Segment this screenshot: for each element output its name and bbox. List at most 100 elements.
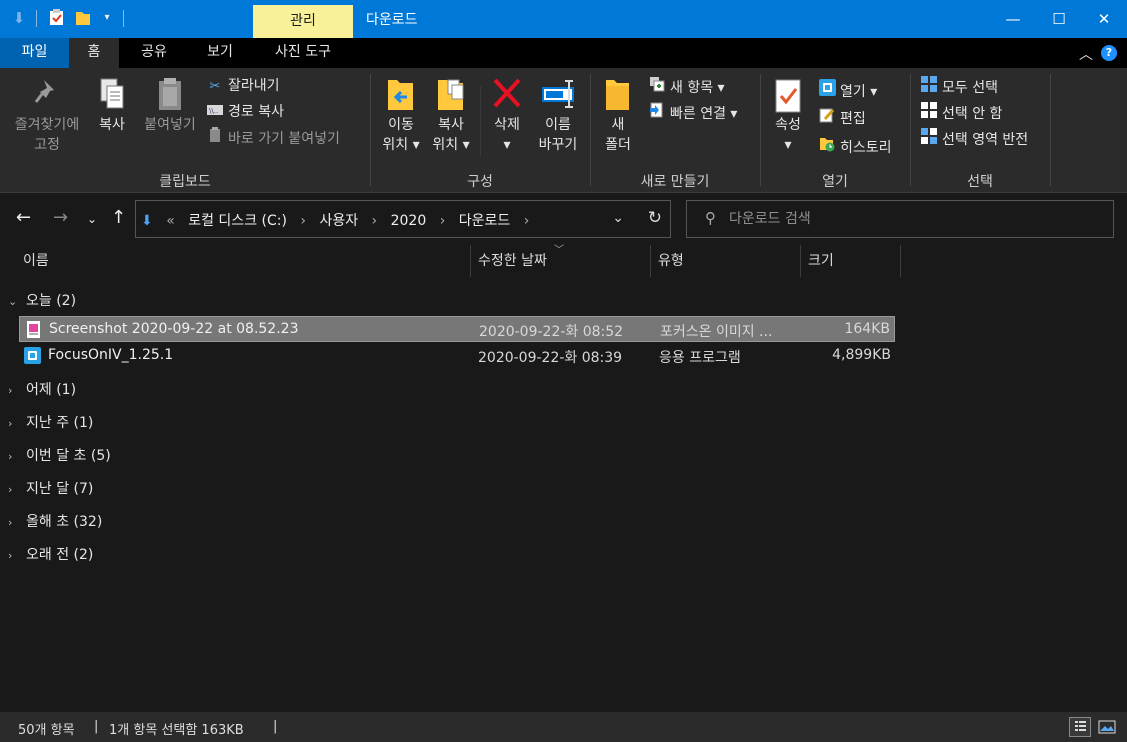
file-date: 2020-09-22-화 08:52 xyxy=(479,324,624,340)
history-icon xyxy=(818,136,836,159)
open-button[interactable]: 열기 ▾ xyxy=(818,79,877,103)
recent-locations-chevron-icon[interactable]: ⌄ xyxy=(87,212,97,226)
up-arrow-icon[interactable]: ↑ xyxy=(111,207,126,228)
copy-to-line1: 복사 xyxy=(438,117,464,133)
close-button[interactable]: ✕ xyxy=(1081,0,1127,38)
address-dropdown-chevron-icon[interactable]: ⌄ xyxy=(612,210,624,226)
easy-access-button[interactable]: 빠른 연결 ▾ xyxy=(648,102,737,125)
column-name[interactable]: 이름 xyxy=(16,245,471,277)
delete-button[interactable]: 삭제 ▾ xyxy=(486,76,528,155)
breadcrumb-separator[interactable]: › xyxy=(440,213,446,229)
application-icon xyxy=(24,347,41,364)
item-count: 50개 항목 xyxy=(18,723,75,738)
breadcrumb-separator[interactable]: › xyxy=(524,213,530,229)
new-folder-quick-access-icon[interactable] xyxy=(74,9,92,27)
delete-icon xyxy=(490,76,524,112)
paste-shortcut-button[interactable]: 바로 가기 붙여넣기 xyxy=(206,127,340,150)
breadcrumb-2020[interactable]: 2020 xyxy=(391,213,427,229)
pin-icon xyxy=(30,76,64,112)
copy-path-button[interactable]: \\.. 경로 복사 xyxy=(206,102,284,123)
properties-button[interactable]: 속성 ▾ xyxy=(766,76,810,155)
refresh-icon[interactable]: ↻ xyxy=(648,208,662,228)
paste-label: 붙여넣기 xyxy=(144,117,196,133)
delete-line1: 삭제 xyxy=(494,117,520,133)
breadcrumb-separator[interactable]: › xyxy=(372,213,378,229)
address-bar[interactable]: ⬇ « 로컬 디스크 (C:) › 사용자 › 2020 › 다운로드 › ⌄ … xyxy=(135,200,671,238)
new-item-button[interactable]: 새 항목 ▾ xyxy=(648,76,725,99)
chevron-up-icon[interactable]: ︿ xyxy=(1079,44,1093,64)
help-icon[interactable]: ? xyxy=(1101,45,1117,61)
history-button[interactable]: 히스토리 xyxy=(818,136,892,159)
details-view-icon xyxy=(1075,721,1086,731)
search-box[interactable]: ⚲ xyxy=(686,200,1114,238)
move-to-folder-icon xyxy=(384,76,418,112)
chevron-right-icon: › xyxy=(8,450,13,463)
group-header-yesterday[interactable]: › 어제 (1) xyxy=(8,379,76,399)
edit-icon xyxy=(818,107,836,130)
group-header-last-month[interactable]: › 지난 달 (7) xyxy=(8,478,93,498)
group-label: 지난 달 (7) xyxy=(26,481,94,497)
status-separator: | xyxy=(94,719,99,734)
back-arrow-icon[interactable]: ← xyxy=(16,207,31,228)
tab-photo-tools[interactable]: 사진 도구 xyxy=(253,38,353,68)
open-app-icon xyxy=(818,79,836,103)
chevron-right-icon: › xyxy=(8,516,13,529)
tab-home[interactable]: 홈 xyxy=(69,38,119,68)
rename-button[interactable]: 이름 바꾸기 xyxy=(532,76,584,155)
group-label-new: 새로 만들기 xyxy=(640,174,710,190)
group-label: 오늘 (2) xyxy=(26,293,77,309)
group-label: 지난 주 (1) xyxy=(26,415,94,431)
breadcrumb-users[interactable]: 사용자 xyxy=(319,213,358,229)
group-label-organize: 구성 xyxy=(467,174,493,190)
cut-button[interactable]: ✂ 잘라내기 xyxy=(206,76,280,97)
clipboard-icon xyxy=(153,76,187,112)
manage-tab[interactable]: 관리 xyxy=(253,5,353,38)
breadcrumb-downloads[interactable]: 다운로드 xyxy=(459,213,511,229)
copy-to-button[interactable]: 복사 위치 ▾ xyxy=(428,76,474,155)
group-header-long-ago[interactable]: › 오래 전 (2) xyxy=(8,544,93,564)
invert-selection-button[interactable]: 선택 영역 반전 xyxy=(920,128,1028,151)
properties-quick-access-icon[interactable] xyxy=(48,9,66,27)
group-header-earlier-this-month[interactable]: › 이번 달 초 (5) xyxy=(8,445,111,465)
new-folder-button[interactable]: 새 폴더 xyxy=(598,76,638,155)
copy-icon xyxy=(95,76,129,112)
history-label: 히스토리 xyxy=(840,140,892,156)
breadcrumb-separator[interactable]: › xyxy=(300,213,306,229)
select-none-button[interactable]: 선택 안 함 xyxy=(920,102,1002,125)
breadcrumb-local-disk[interactable]: 로컬 디스크 (C:) xyxy=(188,213,287,229)
breadcrumb-overflow[interactable]: « xyxy=(166,213,175,229)
copy-label: 복사 xyxy=(99,117,125,133)
customize-quick-access-icon[interactable]: ▾ xyxy=(98,9,116,27)
new-folder-line2: 폴더 xyxy=(605,137,631,153)
group-divider xyxy=(760,74,761,186)
column-size[interactable]: 크기 xyxy=(801,245,901,277)
file-row[interactable]: FocusOnIV_1.25.1 2020-09-22-화 08:39 응용 프… xyxy=(19,343,895,369)
status-separator: | xyxy=(273,719,278,734)
search-input[interactable] xyxy=(729,207,1099,231)
minimize-button[interactable]: — xyxy=(990,0,1036,38)
pin-to-quick-access-button[interactable]: 즐겨찾기에 고정 xyxy=(6,76,88,155)
file-row[interactable]: Screenshot 2020-09-22 at 08.52.23 2020-0… xyxy=(19,316,895,342)
cut-label: 잘라내기 xyxy=(228,78,280,94)
forward-arrow-icon[interactable]: → xyxy=(53,207,68,228)
maximize-button[interactable]: ☐ xyxy=(1036,0,1082,38)
select-all-button[interactable]: 모두 선택 xyxy=(920,76,998,99)
tab-file[interactable]: 파일 xyxy=(0,38,69,68)
ribbon-tab-bar: 파일 홈 공유 보기 사진 도구 ︿ ? xyxy=(0,38,1127,68)
large-icons-view-icon xyxy=(1098,720,1116,734)
divider xyxy=(480,86,481,156)
copy-to-line2: 위치 ▾ xyxy=(432,137,470,153)
large-icons-view-button[interactable] xyxy=(1096,717,1118,737)
copy-button[interactable]: 복사 xyxy=(92,76,132,135)
tab-share[interactable]: 공유 xyxy=(119,38,189,68)
edit-button[interactable]: 편집 xyxy=(818,107,866,130)
group-header-today[interactable]: ⌄ 오늘 (2) xyxy=(8,290,76,310)
group-header-last-week[interactable]: › 지난 주 (1) xyxy=(8,412,93,432)
down-arrow-icon[interactable]: ⬇ xyxy=(10,9,28,27)
column-type[interactable]: 유형 xyxy=(651,245,801,277)
tab-view[interactable]: 보기 xyxy=(189,38,251,68)
move-to-button[interactable]: 이동 위치 ▾ xyxy=(378,76,424,155)
group-header-earlier-this-year[interactable]: › 올해 초 (32) xyxy=(8,511,102,531)
details-view-button[interactable] xyxy=(1069,717,1091,737)
paste-button[interactable]: 붙여넣기 xyxy=(136,76,204,135)
